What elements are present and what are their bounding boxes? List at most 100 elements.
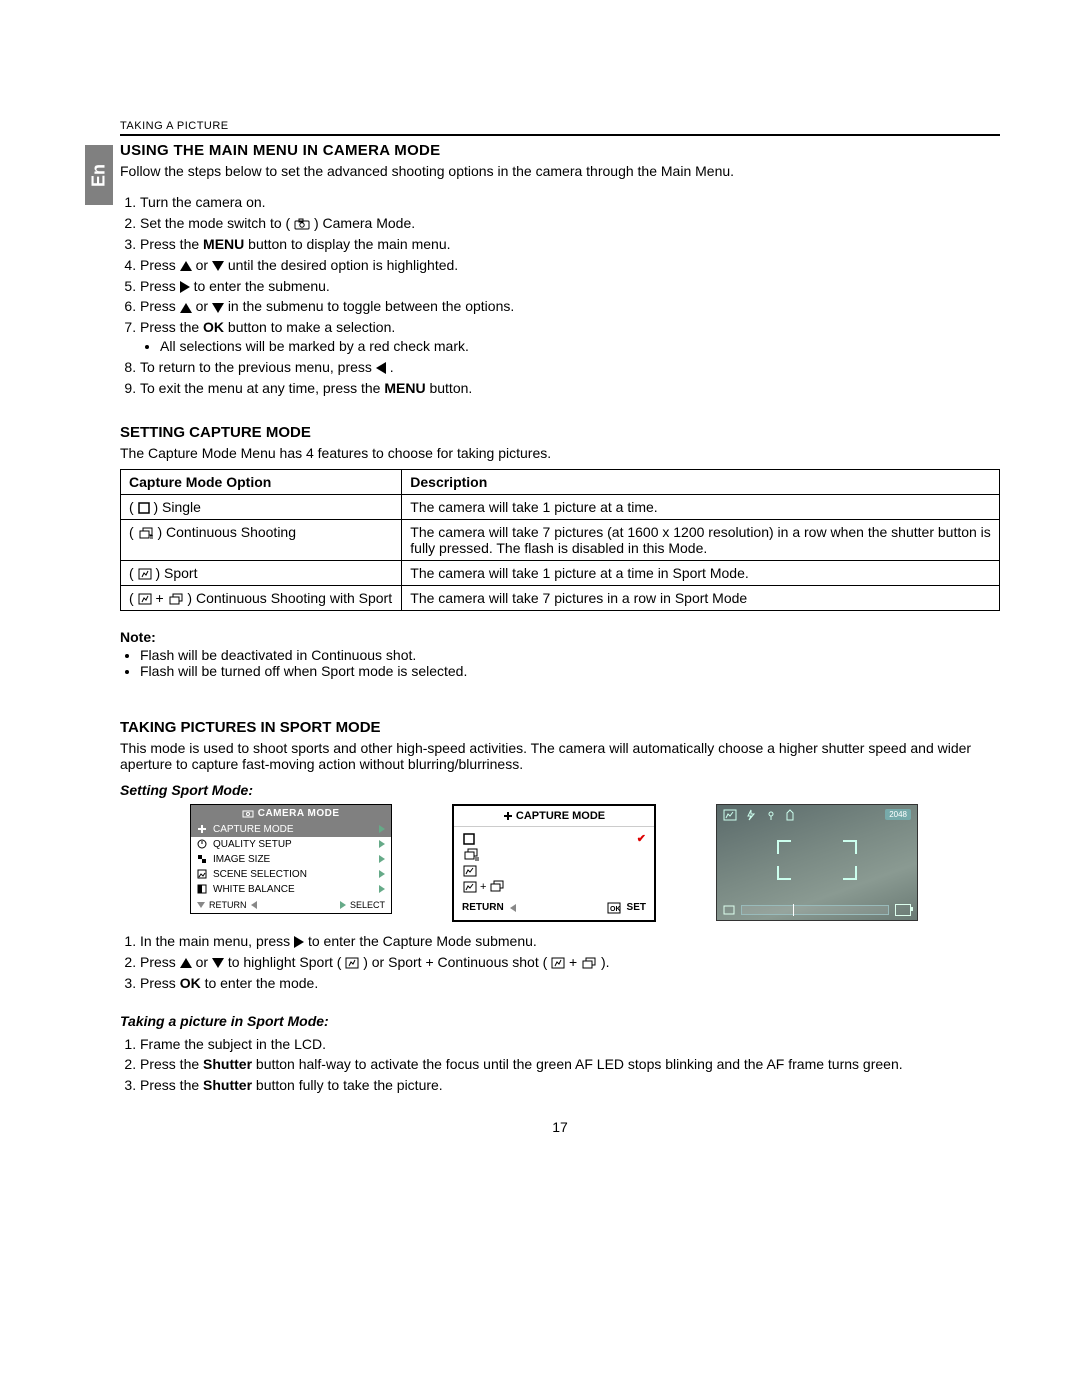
menu-item-quality: QUALITY SETUP [191,837,391,852]
table-header: Capture Mode Option [121,469,402,494]
text: until the desired option is highlighted. [228,257,458,273]
left-arrow-icon [251,901,257,909]
table-row: ( ) Single The camera will take 1 pictur… [121,494,1000,519]
down-arrow-icon [212,958,224,968]
text: . [390,359,394,375]
memory-icon [723,905,735,915]
step: Press the MENU button to display the mai… [140,235,1000,254]
macro-icon [765,809,777,821]
flash-off-icon [745,809,757,821]
note-item: Flash will be deactivated in Continuous … [140,647,1000,663]
text: ). [601,954,610,970]
text: The camera will take 1 picture at a time… [402,560,1000,585]
chevron-right-icon [379,825,385,833]
sport-icon [723,809,737,821]
text: SET [627,902,646,913]
text: RETURN [209,900,247,910]
text: CAPTURE MODE [213,824,294,835]
single-icon [138,502,150,514]
divider [120,134,1000,136]
heading-sport-mode: TAKING PICTURES IN SPORT MODE [120,719,1000,736]
resolution-badge: 2048 [885,809,911,820]
camera-mode-menu: CAMERA MODE CAPTURE MODE QUALITY SETUP I… [190,804,392,914]
text: button to display the main menu. [244,236,450,252]
text: button to make a selection. [224,319,395,335]
step: Press to enter the submenu. [140,277,1000,296]
text: in the submenu to toggle between the opt… [228,298,514,314]
step: Set the mode switch to ( ) Camera Mode. [140,214,1000,233]
steps-setting-sport: In the main menu, press to enter the Cap… [120,932,1000,993]
step: Press or to highlight Sport ( ) or Sport… [140,953,1000,972]
text: ) Camera Mode. [314,215,415,231]
steps-taking-picture: Frame the subject in the LCD. Press the … [120,1035,1000,1096]
section-breadcrumb: TAKING A PICTURE [120,120,1000,132]
menu-item-image-size: IMAGE SIZE [191,852,391,867]
left-arrow-icon [510,904,516,912]
note-title: Note: [120,629,1000,645]
text: Press the [140,319,203,335]
submenu-item-single: ✔ [462,831,646,847]
table-row: ( ) Sport The camera will take 1 picture… [121,560,1000,585]
down-arrow-icon [212,303,224,313]
image-size-icon [197,854,207,864]
step: Turn the camera on. [140,193,1000,212]
text: Sport [164,565,197,581]
shutter-label: Shutter [203,1056,252,1072]
menu-item-white-balance: WHITE BALANCE [191,882,391,897]
sport-icon [345,957,359,969]
continuous-icon [581,957,597,969]
step: Press the OK button to make a selection.… [140,318,1000,356]
text: Press [140,257,180,273]
step: Press or until the desired option is hig… [140,256,1000,275]
check-icon: ✔ [637,832,646,845]
text: The camera will take 7 pictures in a row… [402,585,1000,610]
text: to highlight Sport ( [228,954,346,970]
battery-icon [895,904,911,916]
text: button half-way to activate the focus un… [252,1056,903,1072]
chevron-right-icon [379,870,385,878]
preview-bottom-bar [723,904,911,916]
text: Continuous Shooting [166,524,296,540]
note-block: Note: Flash will be deactivated in Conti… [120,629,1000,679]
step: To exit the menu at any time, press the … [140,379,1000,398]
quality-icon [197,839,207,849]
intro-text: The Capture Mode Menu has 4 features to … [120,445,1000,461]
text: or [196,298,212,314]
step: To return to the previous menu, press . [140,358,1000,377]
shutter-label: Shutter [203,1077,252,1093]
focus-frame [777,840,857,880]
scene-icon [197,869,207,879]
capture-mode-table: Capture Mode Option Description ( ) Sing… [120,469,1000,611]
up-arrow-icon [180,958,192,968]
sport-icon [551,957,565,969]
table-row: ( ) Continuous Shooting The camera will … [121,519,1000,560]
subheading-setting-sport: Setting Sport Mode: [120,782,1000,798]
left-arrow-icon [376,362,386,374]
text: button. [426,380,473,396]
menu-button-label: MENU [203,236,244,252]
note-item: Flash will be turned off when Sport mode… [140,663,1000,679]
camera-icon [242,809,254,818]
text: to enter the submenu. [194,278,330,294]
text: Single [162,499,201,515]
text: The camera will take 1 picture at a time… [402,494,1000,519]
chevron-right-icon [379,885,385,893]
menu-item-capture-mode: CAPTURE MODE [191,822,391,837]
step: Press the Shutter button fully to take t… [140,1076,1000,1095]
text: Set the mode switch to ( [140,215,290,231]
text: In the main menu, press [140,933,294,949]
text: Press [140,298,180,314]
continuous-icon [168,593,184,605]
ok-button-label: OK [203,319,224,335]
text: to enter the mode. [201,975,319,991]
menu-header: CAMERA MODE [191,805,391,822]
menu-item-scene: SCENE SELECTION [191,867,391,882]
text: button fully to take the picture. [252,1077,443,1093]
table-header: Description [402,469,1000,494]
up-arrow-icon [180,303,192,313]
text: Press the [140,236,203,252]
submenu-item-sport-continuous: + [462,879,646,895]
right-arrow-icon [294,936,304,948]
heading-capture-mode: SETTING CAPTURE MODE [120,424,1000,441]
text: IMAGE SIZE [213,854,270,865]
